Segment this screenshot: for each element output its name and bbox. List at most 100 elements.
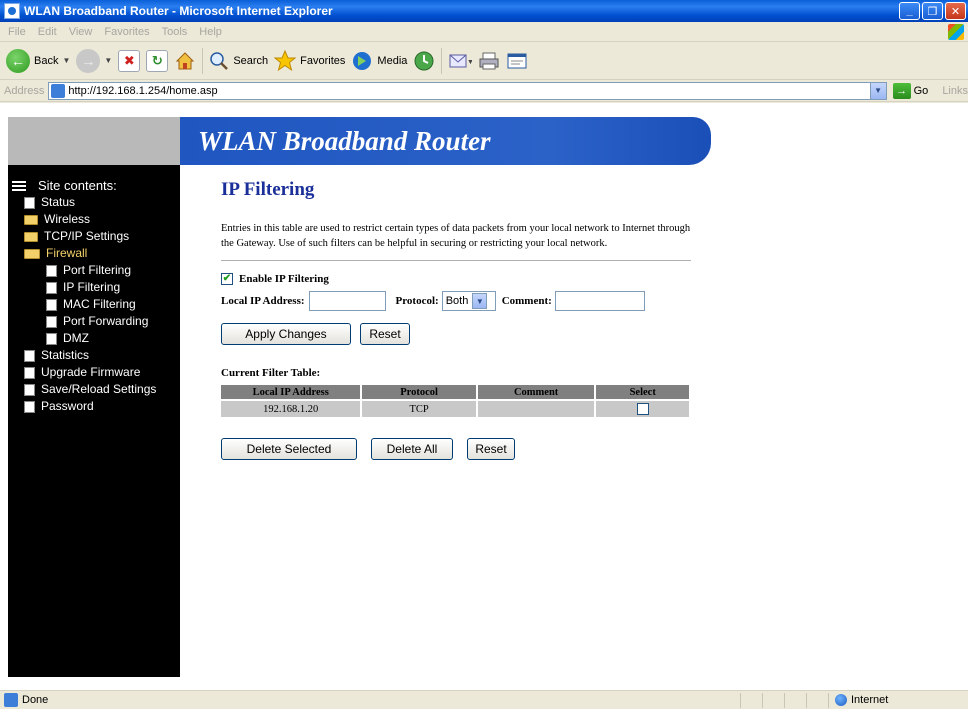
- home-icon[interactable]: [174, 50, 196, 72]
- col-protocol: Protocol: [362, 385, 476, 399]
- print-icon[interactable]: [478, 50, 500, 72]
- favorites-button[interactable]: Favorites: [274, 47, 345, 75]
- sidebar-item-label: Upgrade Firmware: [41, 365, 141, 379]
- chevron-down-icon: ▼: [472, 293, 488, 309]
- divider: [221, 260, 691, 261]
- tree-root-label: Site contents:: [38, 178, 117, 193]
- document-icon: [24, 366, 35, 379]
- address-bar: Address http://192.168.1.254/home.asp ▼ …: [0, 80, 968, 102]
- apply-changes-button[interactable]: Apply Changes: [221, 323, 351, 345]
- restore-button[interactable]: ❐: [922, 2, 943, 20]
- stop-icon[interactable]: ✖: [118, 49, 141, 72]
- sidebar-item-label: DMZ: [63, 331, 89, 345]
- links-button[interactable]: Links: [942, 85, 968, 97]
- row-select-checkbox[interactable]: [636, 403, 649, 415]
- sidebar-item-save-reload[interactable]: Save/Reload Settings: [12, 381, 156, 398]
- sidebar-item-wireless[interactable]: Wireless: [12, 211, 156, 228]
- forward-arrow-icon: →: [76, 48, 101, 73]
- zone-label: Internet: [851, 694, 889, 706]
- site-tree: Site contents: Status Wireless TCP/IP Se…: [12, 177, 156, 415]
- sidebar-item-tcpip[interactable]: TCP/IP Settings: [12, 228, 156, 245]
- document-icon: [24, 349, 35, 362]
- page-icon: [4, 693, 18, 707]
- sidebar: Site contents: Status Wireless TCP/IP Se…: [8, 117, 180, 677]
- sidebar-item-ip-filtering[interactable]: IP Filtering: [12, 279, 156, 296]
- menu-bar: File Edit View Favorites Tools Help: [0, 22, 968, 42]
- sidebar-item-label: Password: [41, 399, 94, 413]
- comment-input[interactable]: [554, 291, 645, 311]
- table-row: 192.168.1.20 TCP: [221, 401, 689, 417]
- reset-table-button[interactable]: Reset: [467, 438, 515, 460]
- filter-table: Local IP Address Protocol Comment Select…: [219, 383, 691, 419]
- main-panel: IP Filtering Entries in this table are u…: [221, 179, 691, 460]
- local-ip-label: Local IP Address:: [221, 295, 305, 307]
- back-arrow-icon: ←: [6, 48, 30, 73]
- sidebar-item-label: Save/Reload Settings: [41, 382, 157, 396]
- document-icon: [46, 264, 57, 277]
- document-icon: [24, 400, 35, 413]
- refresh-icon[interactable]: ↻: [146, 49, 169, 72]
- sidebar-item-port-filtering[interactable]: Port Filtering: [12, 262, 156, 279]
- intro-text: Entries in this table are used to restri…: [221, 223, 691, 249]
- sidebar-item-mac-filtering[interactable]: MAC Filtering: [12, 296, 156, 313]
- status-bar: Done Internet: [0, 690, 968, 709]
- title-bar: WLAN Broadband Router - Microsoft Intern…: [0, 0, 968, 22]
- protocol-select[interactable]: Both ▼: [441, 291, 496, 311]
- sidebar-item-label: MAC Filtering: [63, 297, 136, 311]
- mail-icon[interactable]: ▼: [448, 50, 472, 72]
- back-button[interactable]: ← Back ▼: [6, 47, 70, 75]
- folder-icon: [24, 214, 38, 225]
- window-title: WLAN Broadband Router - Microsoft Intern…: [24, 4, 333, 18]
- delete-all-button[interactable]: Delete All: [371, 438, 453, 460]
- history-icon[interactable]: [413, 50, 435, 72]
- sidebar-item-port-forwarding[interactable]: Port Forwarding: [12, 313, 156, 330]
- minimize-button[interactable]: _: [899, 2, 920, 20]
- media-icon: [351, 50, 373, 72]
- sidebar-item-label: Port Forwarding: [63, 314, 149, 328]
- sidebar-item-upgrade-firmware[interactable]: Upgrade Firmware: [12, 364, 156, 381]
- open-folder-icon: [24, 248, 40, 259]
- address-input[interactable]: http://192.168.1.254/home.asp ▼: [48, 81, 887, 100]
- reset-button[interactable]: Reset: [360, 323, 410, 345]
- menu-help[interactable]: Help: [193, 26, 228, 38]
- sidebar-item-status[interactable]: Status: [12, 194, 156, 211]
- sidebar-item-dmz[interactable]: DMZ: [12, 330, 156, 347]
- form-buttons: Apply Changes Reset: [221, 323, 691, 345]
- chevron-down-icon[interactable]: ▼: [62, 56, 70, 65]
- edit-icon[interactable]: [506, 50, 528, 72]
- menu-view[interactable]: View: [63, 26, 99, 38]
- sidebar-item-label: Firewall: [46, 246, 88, 260]
- menu-edit[interactable]: Edit: [32, 26, 63, 38]
- sidebar-item-statistics[interactable]: Statistics: [12, 347, 156, 364]
- table-buttons: Delete Selected Delete All Reset: [221, 438, 691, 460]
- chevron-down-icon[interactable]: ▼: [104, 56, 112, 65]
- go-button[interactable]: → Go: [892, 82, 928, 99]
- page-content: Site contents: Status Wireless TCP/IP Se…: [0, 103, 968, 690]
- delete-selected-button[interactable]: Delete Selected: [221, 438, 357, 460]
- enable-ip-filtering-checkbox[interactable]: ✔: [221, 273, 233, 285]
- document-icon: [46, 332, 57, 345]
- sidebar-item-firewall[interactable]: Firewall: [12, 245, 156, 262]
- forward-button[interactable]: → ▼: [76, 47, 112, 75]
- local-ip-input[interactable]: [308, 291, 386, 311]
- document-icon: [46, 281, 57, 294]
- filter-form-row: Local IP Address: Protocol: Both ▼ Comme…: [221, 291, 691, 311]
- sidebar-item-password[interactable]: Password: [12, 398, 156, 415]
- menu-tools[interactable]: Tools: [156, 26, 194, 38]
- chevron-down-icon[interactable]: ▼: [869, 82, 886, 99]
- address-label: Address: [4, 84, 45, 97]
- cell-comment: [477, 401, 595, 417]
- search-button[interactable]: Search: [209, 47, 268, 75]
- close-button[interactable]: ✕: [945, 2, 966, 20]
- menu-file[interactable]: File: [2, 26, 32, 38]
- status-segment: [762, 692, 784, 708]
- sidebar-item-label: Wireless: [44, 212, 91, 226]
- sidebar-header: [8, 117, 180, 165]
- media-button[interactable]: Media: [351, 47, 407, 75]
- globe-icon: [835, 694, 847, 706]
- sidebar-item-label: Statistics: [41, 348, 90, 362]
- search-label: Search: [233, 54, 269, 67]
- menu-favorites[interactable]: Favorites: [98, 26, 155, 38]
- col-comment: Comment: [477, 385, 595, 399]
- document-icon: [46, 298, 57, 311]
